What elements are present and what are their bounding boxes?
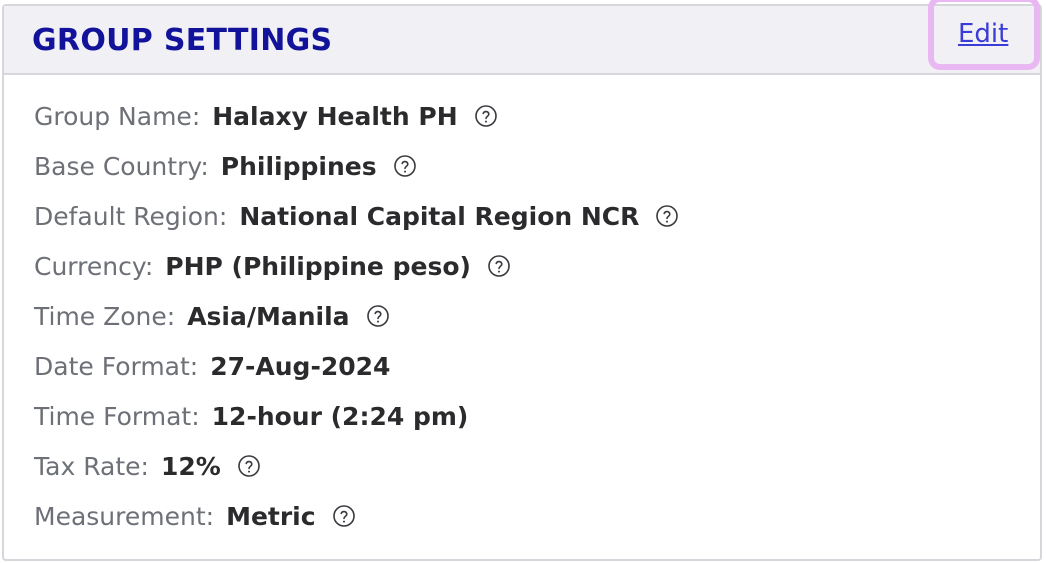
setting-row-default-region: Default Region: National Capital Region … (34, 191, 679, 241)
setting-label: Time Zone: (34, 301, 176, 331)
setting-label: Tax Rate: (34, 451, 149, 481)
setting-label: Time Format: (34, 401, 200, 431)
setting-value: Philippines (220, 151, 377, 181)
panel-title: GROUP SETTINGS (32, 23, 333, 58)
setting-value: 12% (160, 451, 221, 481)
setting-label: Group Name: (34, 101, 201, 131)
setting-value: National Capital Region NCR (239, 201, 640, 231)
edit-link[interactable]: Edit (958, 17, 1008, 51)
question-circle-icon[interactable] (366, 304, 390, 328)
question-circle-icon[interactable] (393, 154, 417, 178)
setting-value: Metric (226, 501, 316, 531)
setting-row-tax-rate: Tax Rate: 12% (34, 441, 679, 491)
question-circle-icon[interactable] (474, 104, 498, 128)
panel-header: GROUP SETTINGS (4, 6, 1040, 75)
question-circle-icon[interactable] (237, 454, 261, 478)
question-circle-icon[interactable] (332, 504, 356, 528)
setting-row-base-country: Base Country: Philippines (34, 141, 679, 191)
setting-label: Measurement: (34, 501, 215, 531)
setting-row-group-name: Group Name: Halaxy Health PH (34, 91, 679, 141)
setting-row-date-format: Date Format: 27-Aug-2024 (34, 341, 679, 391)
setting-row-time-format: Time Format: 12-hour (2:24 pm) (34, 391, 679, 441)
setting-value: PHP (Philippine peso) (165, 251, 471, 281)
setting-value: Asia/Manila (187, 301, 350, 331)
setting-value: 27-Aug-2024 (210, 351, 391, 381)
setting-label: Date Format: (34, 351, 199, 381)
setting-value: 12-hour (2:24 pm) (211, 401, 469, 431)
setting-label: Currency: (34, 251, 154, 281)
settings-list: Group Name: Halaxy Health PH Base Countr… (34, 91, 679, 541)
setting-row-measurement: Measurement: Metric (34, 491, 679, 541)
setting-label: Base Country: (34, 151, 209, 181)
setting-label: Default Region: (34, 201, 228, 231)
setting-row-currency: Currency: PHP (Philippine peso) (34, 241, 679, 291)
question-circle-icon[interactable] (487, 254, 511, 278)
question-circle-icon[interactable] (655, 204, 679, 228)
setting-value: Halaxy Health PH (212, 101, 458, 131)
setting-row-time-zone: Time Zone: Asia/Manila (34, 291, 679, 341)
